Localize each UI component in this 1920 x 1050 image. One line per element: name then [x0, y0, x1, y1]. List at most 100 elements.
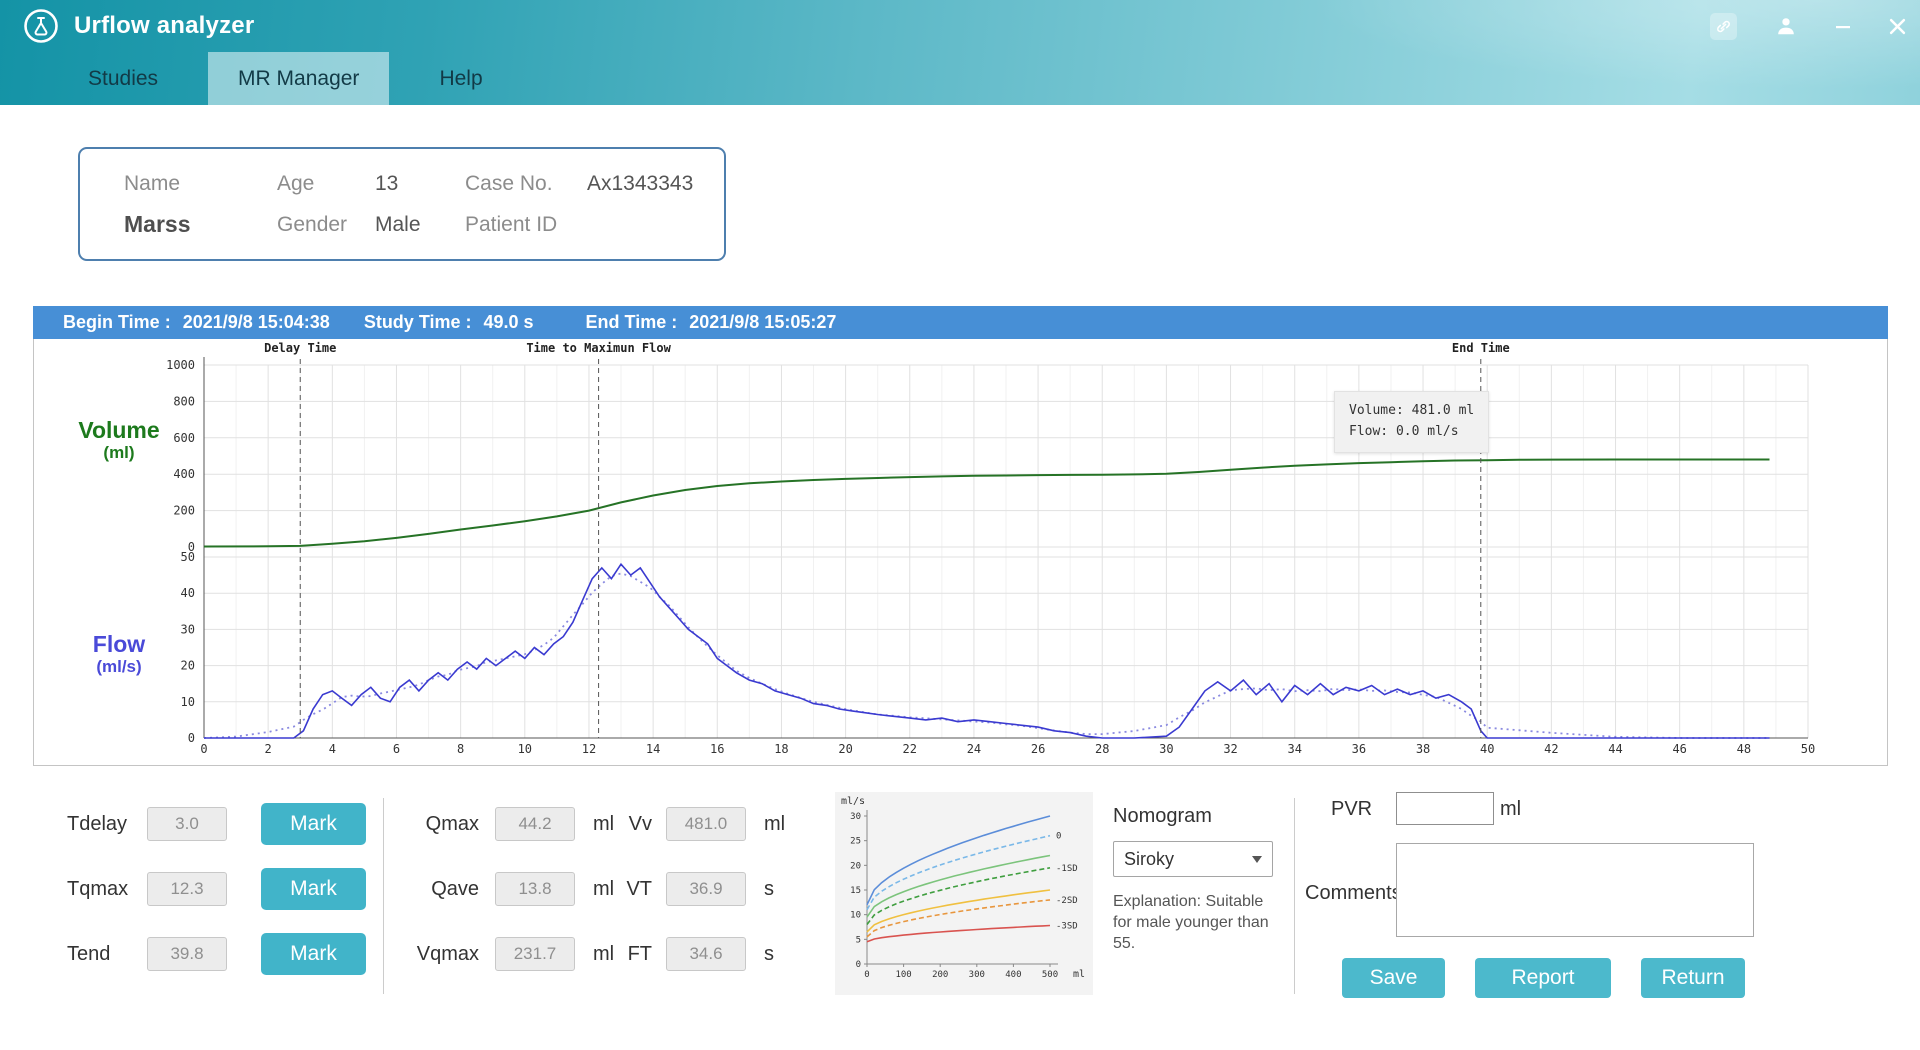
- svg-text:30: 30: [850, 812, 861, 822]
- svg-text:30: 30: [1159, 742, 1173, 756]
- menu-item-studies[interactable]: Studies: [76, 52, 170, 105]
- ft-label: FT: [612, 943, 652, 966]
- svg-text:800: 800: [173, 394, 195, 408]
- patient-name-value: Marss: [124, 211, 277, 238]
- qmax-unit: ml: [593, 813, 614, 836]
- svg-text:10: 10: [518, 742, 532, 756]
- qave-value[interactable]: [495, 872, 575, 906]
- flow-measurements: Qmax ml Qave ml Vqmax ml: [404, 803, 614, 998]
- tqmax-label: Tqmax: [67, 878, 147, 901]
- svg-text:Time to Maximun Flow: Time to Maximun Flow: [526, 341, 671, 355]
- svg-text:40: 40: [1480, 742, 1494, 756]
- svg-text:10: 10: [850, 911, 861, 921]
- nomogram-select[interactable]: Siroky: [1113, 841, 1273, 877]
- app-title: Urflow analyzer: [74, 12, 254, 40]
- vv-row: Vv ml: [612, 803, 785, 845]
- tdelay-row: Tdelay Mark: [67, 803, 366, 845]
- comments-label: Comments: [1305, 882, 1402, 905]
- tooltip-flow: Flow: 0.0 ml/s: [1349, 422, 1474, 443]
- nomogram-chart: 0510152025300100200300400500ml/sml0-1SD-…: [835, 792, 1093, 995]
- tend-mark-button[interactable]: Mark: [261, 933, 366, 975]
- uroflow-chart: 0200400600800100001020304050024681012141…: [34, 339, 1887, 764]
- svg-text:36: 36: [1352, 742, 1366, 756]
- svg-text:6: 6: [393, 742, 400, 756]
- ft-unit: s: [764, 943, 774, 966]
- uroflow-chart-panel: Volume (ml) Flow (ml/s) 0200400600800100…: [33, 339, 1888, 766]
- save-button[interactable]: Save: [1342, 958, 1445, 998]
- divider: [383, 798, 384, 994]
- svg-text:50: 50: [1801, 742, 1815, 756]
- divider: [1294, 798, 1295, 994]
- svg-text:5: 5: [856, 935, 861, 945]
- nomogram-chart-panel: 0510152025300100200300400500ml/sml0-1SD-…: [835, 792, 1093, 995]
- svg-text:8: 8: [457, 742, 464, 756]
- vqmax-row: Vqmax ml: [404, 933, 614, 975]
- tend-label: Tend: [67, 943, 147, 966]
- svg-text:100: 100: [895, 970, 911, 980]
- tend-row: Tend Mark: [67, 933, 366, 975]
- svg-text:12: 12: [582, 742, 596, 756]
- link-icon[interactable]: [1710, 13, 1737, 40]
- svg-text:ml: ml: [1073, 969, 1085, 980]
- svg-text:34: 34: [1287, 742, 1301, 756]
- tend-value[interactable]: [147, 937, 227, 971]
- svg-text:500: 500: [1042, 970, 1058, 980]
- gender-label: Gender: [277, 213, 375, 237]
- svg-text:44: 44: [1608, 742, 1622, 756]
- svg-text:18: 18: [774, 742, 788, 756]
- vqmax-unit: ml: [593, 943, 614, 966]
- user-icon[interactable]: [1775, 15, 1797, 37]
- tdelay-value[interactable]: [147, 807, 227, 841]
- svg-text:24: 24: [967, 742, 981, 756]
- svg-text:400: 400: [1005, 970, 1021, 980]
- menu-item-help[interactable]: Help: [427, 52, 494, 105]
- tooltip-volume: Volume: 481.0 ml: [1349, 401, 1474, 422]
- comments-textarea[interactable]: [1396, 843, 1754, 937]
- case-no-value: Ax1343343: [587, 172, 714, 196]
- qave-unit: ml: [593, 878, 614, 901]
- svg-text:0: 0: [1056, 832, 1061, 842]
- svg-text:300: 300: [969, 970, 985, 980]
- vv-value[interactable]: [666, 807, 746, 841]
- pvr-label: PVR: [1331, 798, 1372, 821]
- patient-id-label: Patient ID: [465, 213, 587, 237]
- svg-text:-3SD: -3SD: [1056, 922, 1078, 932]
- svg-text:ml/s: ml/s: [841, 796, 865, 807]
- begin-time-label: Begin Time :: [63, 312, 171, 333]
- menu-item-mr-manager[interactable]: MR Manager: [208, 52, 389, 105]
- qmax-label: Qmax: [404, 813, 479, 836]
- case-no-label: Case No.: [465, 172, 587, 196]
- svg-text:38: 38: [1416, 742, 1430, 756]
- tqmax-value[interactable]: [147, 872, 227, 906]
- minimize-button[interactable]: [1835, 18, 1851, 34]
- qmax-row: Qmax ml: [404, 803, 614, 845]
- tdelay-mark-button[interactable]: Mark: [261, 803, 366, 845]
- vt-value[interactable]: [666, 872, 746, 906]
- study-times-bar: Begin Time :2021/9/8 15:04:38 Study Time…: [33, 306, 1888, 339]
- ft-value[interactable]: [666, 937, 746, 971]
- vt-unit: s: [764, 878, 774, 901]
- chevron-down-icon: [1252, 856, 1262, 863]
- header: Urflow analyzer Studies MR Manager Help: [0, 0, 1920, 105]
- svg-text:End Time: End Time: [1452, 341, 1510, 355]
- report-button[interactable]: Report: [1475, 958, 1611, 998]
- svg-text:15: 15: [850, 886, 861, 896]
- vqmax-value[interactable]: [495, 937, 575, 971]
- tqmax-mark-button[interactable]: Mark: [261, 868, 366, 910]
- pvr-input[interactable]: [1396, 792, 1494, 825]
- svg-text:0: 0: [856, 960, 861, 970]
- svg-text:200: 200: [173, 504, 195, 518]
- close-button[interactable]: [1889, 18, 1906, 35]
- svg-text:Delay Time: Delay Time: [264, 341, 336, 355]
- svg-text:1000: 1000: [166, 358, 195, 372]
- return-button[interactable]: Return: [1641, 958, 1745, 998]
- end-time-value: 2021/9/8 15:05:27: [689, 312, 836, 333]
- patient-card: Name Age 13 Case No. Ax1343343 Marss Gen…: [78, 147, 726, 261]
- age-label: Age: [277, 172, 375, 196]
- svg-text:0: 0: [864, 970, 869, 980]
- svg-text:40: 40: [181, 586, 195, 600]
- svg-text:28: 28: [1095, 742, 1109, 756]
- svg-text:32: 32: [1223, 742, 1237, 756]
- flow-axis-label: Flow (ml/s): [44, 631, 194, 677]
- qmax-value[interactable]: [495, 807, 575, 841]
